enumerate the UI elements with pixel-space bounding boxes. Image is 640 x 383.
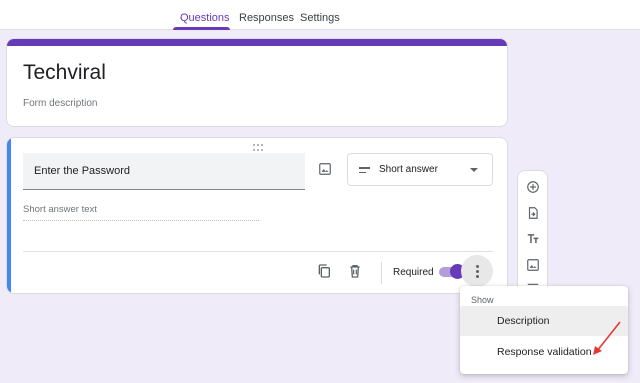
menu-item-label: Response validation — [497, 346, 592, 358]
footer-vertical-divider — [381, 262, 382, 284]
form-title[interactable]: Techviral — [23, 61, 106, 85]
form-description-field[interactable]: Form description — [23, 98, 97, 109]
drag-handle-icon[interactable] — [252, 141, 264, 151]
more-options-icon[interactable] — [461, 255, 493, 287]
tab-responses[interactable]: Responses — [239, 12, 294, 24]
form-header-card: Techviral Form description — [6, 38, 508, 127]
duplicate-icon[interactable] — [316, 263, 332, 279]
delete-icon[interactable] — [347, 263, 363, 279]
question-title-text: Enter the Password — [34, 165, 130, 177]
required-toggle[interactable] — [439, 264, 465, 279]
annotation-arrow-icon — [593, 321, 621, 355]
question-card[interactable]: Enter the Password Short answer Short an… — [6, 137, 508, 294]
active-tab-indicator — [173, 27, 230, 30]
header-accent-band — [7, 39, 507, 46]
required-label: Required — [393, 267, 434, 278]
tab-bar: Questions Responses Settings — [0, 0, 640, 30]
dropdown-caret-icon — [470, 168, 478, 172]
add-image-icon[interactable] — [318, 162, 332, 176]
import-questions-icon[interactable] — [526, 206, 540, 220]
menu-item-label: Description — [497, 315, 550, 327]
question-type-label: Short answer — [379, 164, 438, 175]
tab-settings[interactable]: Settings — [300, 12, 340, 24]
add-title-icon[interactable] — [526, 232, 540, 246]
add-question-icon[interactable] — [526, 180, 540, 194]
focus-indicator-bar — [7, 138, 11, 293]
question-title-field[interactable]: Enter the Password — [23, 153, 305, 190]
tab-questions[interactable]: Questions — [180, 12, 230, 24]
add-image-icon[interactable] — [526, 258, 540, 272]
short-answer-icon — [359, 167, 370, 176]
short-answer-placeholder: Short answer text — [23, 204, 259, 221]
floating-toolbar — [517, 170, 548, 288]
menu-header: Show — [471, 295, 494, 305]
question-type-dropdown[interactable]: Short answer — [347, 153, 493, 186]
footer-divider — [23, 251, 493, 252]
